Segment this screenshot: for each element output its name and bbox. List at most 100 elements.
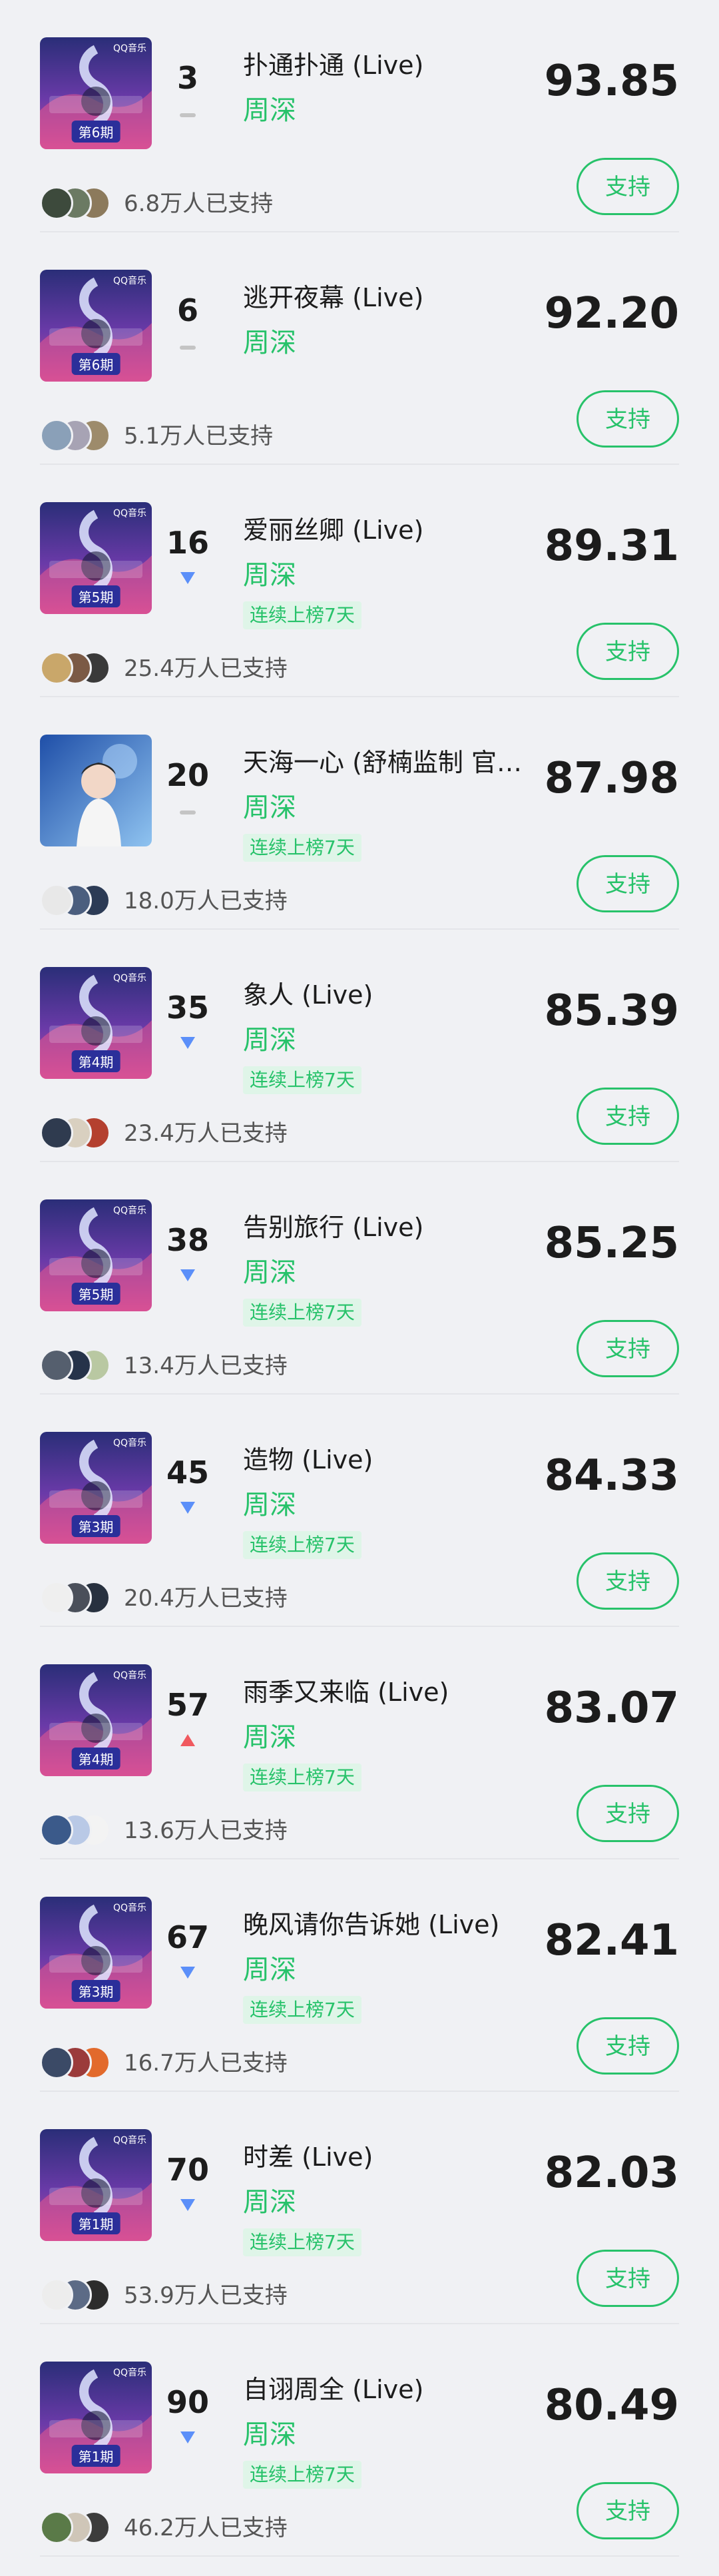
support-button[interactable]: 支持 xyxy=(577,2017,679,2075)
artist-name[interactable]: 周深 xyxy=(243,327,296,359)
artist-name[interactable]: 周深 xyxy=(243,792,296,824)
cover-episode-badge: 第1期 xyxy=(71,2212,120,2234)
score-value: 85.25 xyxy=(544,1219,679,1268)
streak-badge: 连续上榜7天 xyxy=(243,1299,361,1327)
rank-number: 35 xyxy=(166,990,209,1026)
album-cover[interactable]: QQ音乐 第4期 xyxy=(40,967,152,1079)
artist-name[interactable]: 周深 xyxy=(243,1024,296,1056)
cover-episode-badge: 第3期 xyxy=(71,1980,120,2002)
cover-logo-text: QQ音乐 xyxy=(113,1205,146,1216)
album-cover[interactable]: QQ音乐 第4期 xyxy=(40,1664,152,1776)
song-title[interactable]: 自诩周全 (Live) xyxy=(243,2374,543,2406)
ranking-row[interactable]: QQ音乐 第5期 16 爱丽丝卿 (Live) 周深 连续上榜7天 89.31 25.4万人已… xyxy=(0,465,719,697)
ranking-row[interactable]: QQ音乐 第6期 3 扑通扑通 (Live) 周深 93.85 6.8万人已支持 支持 xyxy=(0,0,719,232)
song-title[interactable]: 告别旅行 (Live) xyxy=(243,1211,543,1243)
trend-down-icon xyxy=(180,1269,196,1282)
trend-down-icon xyxy=(180,571,196,585)
score-value: 85.39 xyxy=(544,986,679,1036)
avatar xyxy=(40,2046,73,2079)
album-cover[interactable]: QQ音乐 第5期 xyxy=(40,1199,152,1311)
album-cover[interactable]: QQ音乐 第1期 xyxy=(40,2362,152,2473)
song-title[interactable]: 逃开夜幕 (Live) xyxy=(243,282,543,314)
song-title[interactable]: 爱丽丝卿 (Live) xyxy=(243,514,543,546)
streak-badge: 连续上榜7天 xyxy=(243,1996,361,2024)
cover-episode-badge: 第1期 xyxy=(71,2445,120,2467)
support-button[interactable]: 支持 xyxy=(577,1785,679,1842)
artist-name[interactable]: 周深 xyxy=(243,1257,296,1289)
ranking-row[interactable]: QQ音乐 第4期 57 雨季又来临 (Live) 周深 连续上榜7天 83.07 13.6万人… xyxy=(0,1627,719,1859)
score-value: 93.85 xyxy=(544,57,679,106)
supporter-count: 6.8万人已支持 xyxy=(124,190,274,217)
ranking-row[interactable]: QQ音乐 第3期 45 造物 (Live) 周深 连续上榜7天 84.33 20.4万人已支持… xyxy=(0,1395,719,1627)
trend-down-icon xyxy=(180,1501,196,1514)
ranking-row[interactable]: QQ音乐 第1期 70 时差 (Live) 周深 连续上榜7天 82.03 53.9万人已支持… xyxy=(0,2092,719,2324)
album-cover[interactable]: QQ音乐 第6期 xyxy=(40,270,152,382)
cover-episode-badge: 第5期 xyxy=(71,585,120,607)
artist-name[interactable]: 周深 xyxy=(243,1489,296,1521)
streak-badge: 连续上榜7天 xyxy=(243,601,361,629)
song-title[interactable]: 象人 (Live) xyxy=(243,979,543,1011)
cover-logo-text: QQ音乐 xyxy=(113,973,146,984)
ranking-row[interactable]: 20 天海一心 (舒楠监制 官方原唱版) 周深连续上榜7天 87.98 18.0万人已支… xyxy=(0,697,719,930)
album-cover[interactable] xyxy=(40,735,152,846)
supporter-count: 13.6万人已支持 xyxy=(124,1817,288,1844)
streak-badge: 连续上榜7天 xyxy=(243,834,361,862)
song-title[interactable]: 时差 (Live) xyxy=(243,2141,543,2173)
supporter-count: 46.2万人已支持 xyxy=(124,2515,288,2541)
song-title[interactable]: 扑通扑通 (Live) xyxy=(243,49,543,81)
cover-episode-badge: 第4期 xyxy=(71,1748,120,1770)
rank-number: 45 xyxy=(166,1454,209,1490)
avatar xyxy=(40,2278,73,2312)
artist-name[interactable]: 周深 xyxy=(243,2186,296,2218)
album-cover[interactable]: QQ音乐第1期 xyxy=(40,2129,152,2241)
cover-episode-badge: 第6期 xyxy=(71,121,120,143)
ranking-row[interactable]: QQ音乐 第1期 90 自诩周全 (Live) 周深 连续上榜7天 80.49 46.2万人已… xyxy=(0,2324,719,2557)
support-button[interactable]: 支持 xyxy=(577,1320,679,1377)
streak-badge: 连续上榜7天 xyxy=(243,2461,361,2489)
artist-name[interactable]: 周深 xyxy=(243,1722,296,1754)
album-cover[interactable]: QQ音乐第6期 xyxy=(40,37,152,149)
artist-name[interactable]: 周深 xyxy=(243,1954,296,1986)
support-button[interactable]: 支持 xyxy=(577,623,679,680)
supporter-avatars xyxy=(40,419,120,452)
ranking-row[interactable]: QQ音乐 第5期 38 告别旅行 (Live) 周深连续上榜7天 85.25 13.4万人已… xyxy=(0,1162,719,1395)
album-cover[interactable]: QQ音乐 第3期 xyxy=(40,1897,152,2009)
song-title[interactable]: 晚风请你告诉她 (Live) xyxy=(243,1909,543,1941)
cover-logo-text: QQ音乐 xyxy=(113,276,146,286)
streak-badge: 连续上榜7天 xyxy=(243,1066,361,1094)
rank-number: 90 xyxy=(166,2384,209,2420)
artist-name[interactable]: 周深 xyxy=(243,95,296,127)
cover-logo-text: QQ音乐 xyxy=(113,2135,146,2146)
cover-logo-text: QQ音乐 xyxy=(113,43,146,54)
song-title[interactable]: 天海一心 (舒楠监制 官方原唱版) xyxy=(243,747,543,779)
album-cover[interactable]: QQ音乐 第3期 xyxy=(40,1432,152,1544)
supporter-count: 18.0万人已支持 xyxy=(124,888,288,914)
trend-down-icon xyxy=(180,2431,196,2444)
ranking-row[interactable]: QQ音乐 第4期 35 象人 (Live) 周深 连续上榜7天 85.39 23.4万人已支持… xyxy=(0,930,719,1162)
streak-badge: 连续上榜7天 xyxy=(243,2228,361,2256)
artist-name[interactable]: 周深 xyxy=(243,559,296,591)
support-button[interactable]: 支持 xyxy=(577,158,679,215)
song-title[interactable]: 雨季又来临 (Live) xyxy=(243,1676,543,1708)
avatar xyxy=(40,1116,73,1149)
album-cover[interactable]: QQ音乐 第5期 xyxy=(40,502,152,614)
support-button[interactable]: 支持 xyxy=(577,2482,679,2539)
score-value: 89.31 xyxy=(544,521,679,571)
support-button[interactable]: 支持 xyxy=(577,390,679,448)
trend-flat-icon xyxy=(180,113,196,117)
support-button[interactable]: 支持 xyxy=(577,1088,679,1145)
song-title[interactable]: 造物 (Live) xyxy=(243,1444,543,1476)
ranking-row[interactable]: QQ音乐 第6期 6 逃开夜幕 (Live) 周深 92.20 5.1万人已支持 支持 xyxy=(0,232,719,465)
artist-name[interactable]: 周深 xyxy=(243,2419,296,2451)
support-button[interactable]: 支持 xyxy=(577,1552,679,1610)
ranking-row[interactable]: QQ音乐 第3期 67 晚风请你告诉她 (Live) 周深 连续上榜7天 82.41 16.7… xyxy=(0,1859,719,2092)
supporter-count: 13.4万人已支持 xyxy=(124,1353,288,1379)
support-button[interactable]: 支持 xyxy=(577,2250,679,2307)
trend-down-icon xyxy=(180,1036,196,1050)
avatar xyxy=(40,2511,73,2544)
supporter-avatars xyxy=(40,651,120,685)
rank-number: 38 xyxy=(166,1222,209,1258)
avatar xyxy=(40,186,73,220)
avatar xyxy=(40,1581,73,1614)
support-button[interactable]: 支持 xyxy=(577,855,679,912)
